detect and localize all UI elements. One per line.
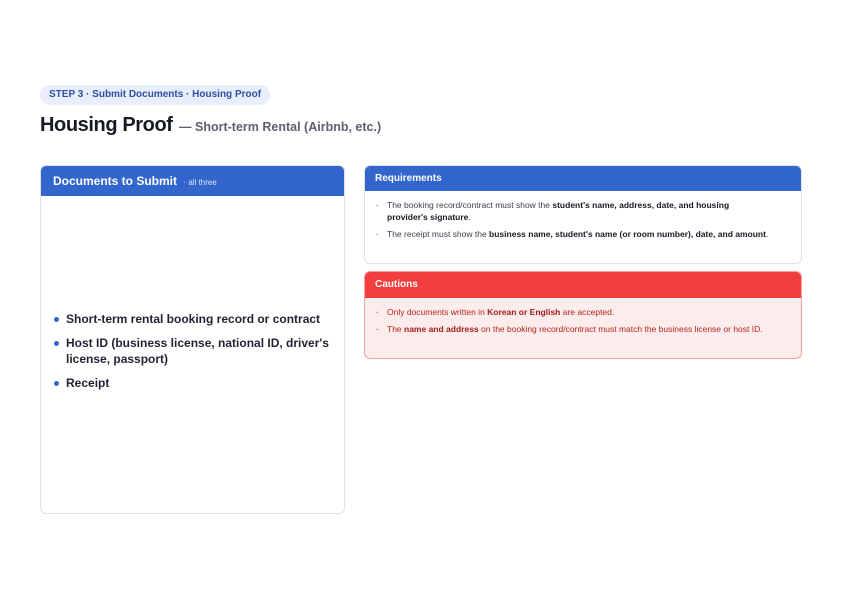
page-title: Housing Proof — Short-term Rental (Airbn… (40, 114, 381, 137)
documents-count-note: · all three (183, 178, 217, 187)
title-subtitle: — Short-term Rental (Airbnb, etc.) (179, 120, 382, 134)
requirements-card: Requirements The booking record/contract… (364, 165, 802, 264)
documents-card: Documents to Submit · all three Short-te… (40, 165, 345, 514)
documents-card-header: Documents to Submit · all three (41, 166, 344, 196)
caution-item: Only documents written in Korean or Engl… (375, 306, 771, 318)
cautions-card: Cautions Only documents written in Korea… (364, 271, 802, 359)
title-main: Housing Proof (40, 114, 173, 136)
caution-item: The name and address on the booking reco… (375, 323, 771, 335)
requirement-item: The receipt must show the business name,… (375, 228, 771, 240)
requirements-list: The booking record/contract must show th… (365, 191, 801, 240)
cautions-heading: Cautions (365, 272, 801, 298)
cautions-list: Only documents written in Korean or Engl… (365, 298, 801, 335)
step-badge: STEP 3 · Submit Documents · Housing Proo… (40, 85, 271, 105)
document-item-receipt: Receipt (54, 375, 330, 391)
documents-heading: Documents to Submit (53, 174, 178, 188)
documents-list: Short-term rental booking record or cont… (41, 311, 344, 399)
document-item-host-id: Host ID (business license, national ID, … (54, 335, 330, 367)
requirements-heading: Requirements (365, 166, 801, 191)
document-item-booking-record: Short-term rental booking record or cont… (54, 311, 330, 327)
requirement-item: The booking record/contract must show th… (375, 199, 771, 223)
documents-card-body: Short-term rental booking record or cont… (41, 196, 344, 513)
